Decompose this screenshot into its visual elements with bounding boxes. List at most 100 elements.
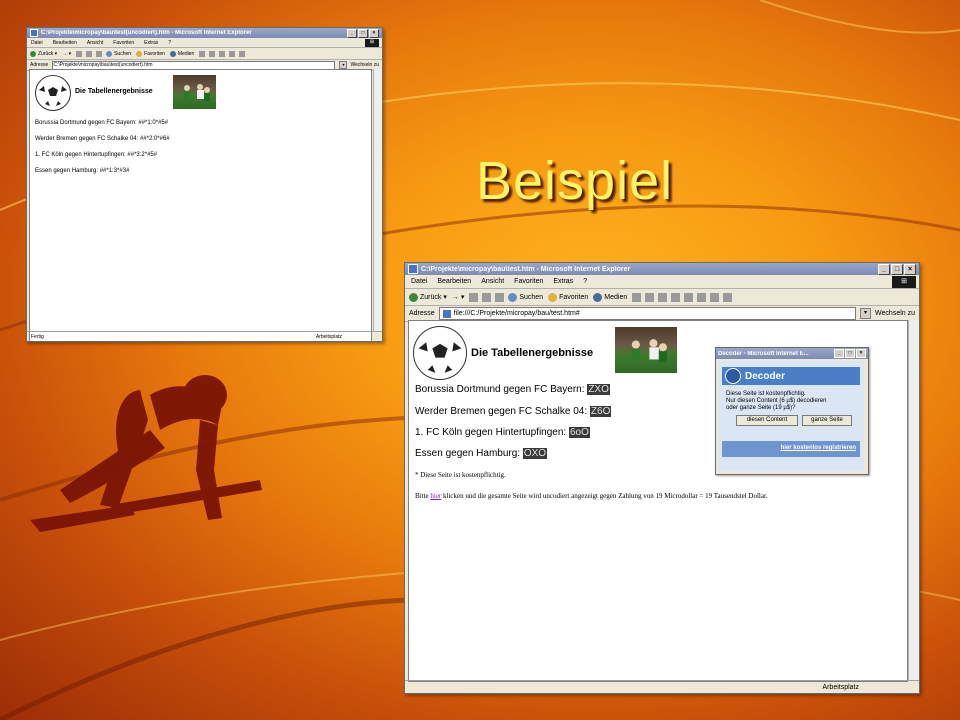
- home-icon[interactable]: [495, 292, 505, 302]
- vertical-scrollbar[interactable]: [373, 69, 382, 331]
- menu-help[interactable]: ?: [583, 278, 587, 285]
- status-zone: Arbeitsplatz: [822, 683, 859, 691]
- coded-score[interactable]: ZXO: [587, 384, 610, 395]
- decoder-popup[interactable]: Decoder - Microsoft Internet E... _ □ × …: [715, 347, 869, 475]
- forward-button[interactable]: → ▾: [452, 293, 464, 301]
- register-link[interactable]: hier kostenlos registrieren: [781, 445, 856, 451]
- home-icon[interactable]: [96, 50, 103, 57]
- close-button[interactable]: ×: [369, 28, 379, 38]
- search-button[interactable]: Suchen: [106, 50, 131, 57]
- menu-ansicht[interactable]: Ansicht: [481, 278, 504, 285]
- decoder-close-button[interactable]: ×: [856, 349, 866, 358]
- menu-datei[interactable]: Datei: [411, 278, 427, 285]
- result-row: Werder Bremen gegen FC Schalke 04: ##*2:…: [35, 136, 170, 142]
- maximize-button[interactable]: □: [891, 263, 903, 275]
- soccer-players-photo: [615, 327, 677, 373]
- minimize-button[interactable]: _: [347, 28, 357, 38]
- paid-notice: * Diese Seite ist kostenpflichtig.: [415, 471, 506, 479]
- coded-score[interactable]: 6oO: [569, 427, 590, 438]
- result-row: Essen gegen Hamburg: ##*1:3*#3#: [35, 168, 130, 174]
- print-icon[interactable]: [219, 50, 226, 57]
- coded-score[interactable]: Z6O: [589, 406, 612, 417]
- mail-icon[interactable]: [209, 50, 216, 57]
- decoder-title: Decoder - Microsoft Internet E...: [718, 350, 809, 357]
- toolbar: Zurück ▾ → ▾ Suchen Favoriten Medien: [405, 289, 919, 306]
- page-heading: Die Tabellenergebnisse: [75, 88, 153, 95]
- favorites-icon: [548, 292, 558, 302]
- coded-score[interactable]: OXO: [522, 448, 548, 459]
- address-dropdown-icon[interactable]: ▾: [339, 61, 348, 69]
- menu-ansicht[interactable]: Ansicht: [87, 40, 103, 46]
- maximize-button[interactable]: □: [358, 28, 368, 38]
- decoder-maximize-button[interactable]: □: [845, 349, 855, 358]
- title-bar[interactable]: C:\Projekte\micropay\bau\test(uncodiert)…: [27, 28, 382, 38]
- decoder-logo-icon: [725, 368, 741, 384]
- back-button[interactable]: Zurück ▾: [30, 50, 57, 57]
- research-icon[interactable]: [710, 292, 720, 302]
- minimize-button[interactable]: _: [878, 263, 890, 275]
- decode-page-button[interactable]: ganze Seite: [802, 415, 852, 426]
- forward-button[interactable]: → ▾: [62, 51, 71, 57]
- history-icon[interactable]: [632, 292, 642, 302]
- window-title: C:\Projekte\micropay\bau\test(uncodiert)…: [41, 30, 252, 36]
- menu-bearbeiten[interactable]: Bearbeiten: [53, 40, 77, 46]
- window-title: C:\Projekte\micropay\bau\test.htm - Micr…: [421, 265, 631, 273]
- decoder-title-bar[interactable]: Decoder - Microsoft Internet E... _ □ ×: [716, 348, 868, 359]
- discuss-icon[interactable]: [239, 50, 246, 57]
- menu-bearbeiten[interactable]: Bearbeiten: [437, 278, 471, 285]
- ie-window-coded[interactable]: C:\Projekte\micropay\bau\test.htm - Micr…: [404, 262, 920, 694]
- tools-icon[interactable]: [723, 292, 733, 302]
- menu-datei[interactable]: Datei: [31, 40, 43, 46]
- media-button[interactable]: Medien: [593, 292, 627, 302]
- search-icon: [508, 292, 518, 302]
- back-arrow-icon: [30, 50, 36, 57]
- result-row: Borussia Dortmund gegen FC Bayern: ZXO: [415, 384, 610, 395]
- address-label: Adresse: [409, 310, 435, 317]
- address-label: Adresse: [30, 62, 49, 68]
- decoder-minimize-button[interactable]: _: [834, 349, 844, 358]
- edit-icon[interactable]: [229, 50, 236, 57]
- unlock-link[interactable]: hier: [430, 492, 441, 500]
- messenger-icon[interactable]: [697, 292, 707, 302]
- menu-favoriten[interactable]: Favoriten: [113, 40, 134, 46]
- windows-logo-icon: ⊞: [892, 276, 916, 288]
- mail-icon[interactable]: [645, 292, 655, 302]
- soccer-ball-image: [413, 326, 467, 380]
- refresh-icon[interactable]: [482, 292, 492, 302]
- result-row: 1. FC Köln gegen Hintertupfingen: 6oO: [415, 427, 590, 438]
- menu-extras[interactable]: Extras: [144, 40, 158, 46]
- title-bar[interactable]: C:\Projekte\micropay\bau\test.htm - Micr…: [405, 263, 919, 275]
- media-button[interactable]: Medien: [169, 50, 194, 57]
- menu-help[interactable]: ?: [168, 40, 171, 46]
- page-content: Die Tabellenergebnisse Borussia Dortmund…: [408, 320, 908, 682]
- close-button[interactable]: ×: [904, 263, 916, 275]
- edit-icon[interactable]: [671, 292, 681, 302]
- ie-window-uncoded[interactable]: C:\Projekte\micropay\bau\test(uncodiert)…: [26, 27, 383, 342]
- go-button[interactable]: Wechseln zu: [875, 310, 915, 317]
- search-button[interactable]: Suchen: [508, 292, 543, 302]
- refresh-icon[interactable]: [86, 50, 93, 57]
- toolbar: Zurück ▾ → ▾ Suchen Favoriten Medien: [27, 48, 382, 60]
- print-icon[interactable]: [658, 292, 668, 302]
- menu-favoriten[interactable]: Favoriten: [514, 278, 543, 285]
- go-button[interactable]: Wechseln zu: [350, 62, 379, 68]
- favorites-button[interactable]: Favoriten: [136, 50, 165, 57]
- history-icon[interactable]: [199, 50, 206, 57]
- result-row: 1. FC Köln gegen Hintertupfingen: ##*3:2…: [35, 152, 158, 158]
- menu-bar: Datei Bearbeiten Ansicht Favoriten Extra…: [27, 38, 382, 48]
- decoder-footer: hier kostenlos registrieren: [722, 441, 860, 457]
- vertical-scrollbar[interactable]: [908, 320, 919, 680]
- back-button[interactable]: Zurück ▾: [409, 292, 447, 302]
- decode-content-button[interactable]: diesen Content: [736, 415, 798, 426]
- address-input[interactable]: file:///C:/Projekte/micropay/bau/test.ht…: [438, 307, 857, 320]
- menu-extras[interactable]: Extras: [553, 278, 573, 285]
- search-icon: [106, 50, 113, 57]
- stop-icon[interactable]: [76, 50, 83, 57]
- ie-icon: [30, 29, 38, 37]
- address-dropdown-icon[interactable]: ▾: [860, 308, 872, 319]
- stop-icon[interactable]: [469, 292, 479, 302]
- status-text: Fertig: [31, 333, 44, 340]
- discuss-icon[interactable]: [684, 292, 694, 302]
- favorites-button[interactable]: Favoriten: [548, 292, 588, 302]
- status-bar: Arbeitsplatz: [405, 680, 919, 693]
